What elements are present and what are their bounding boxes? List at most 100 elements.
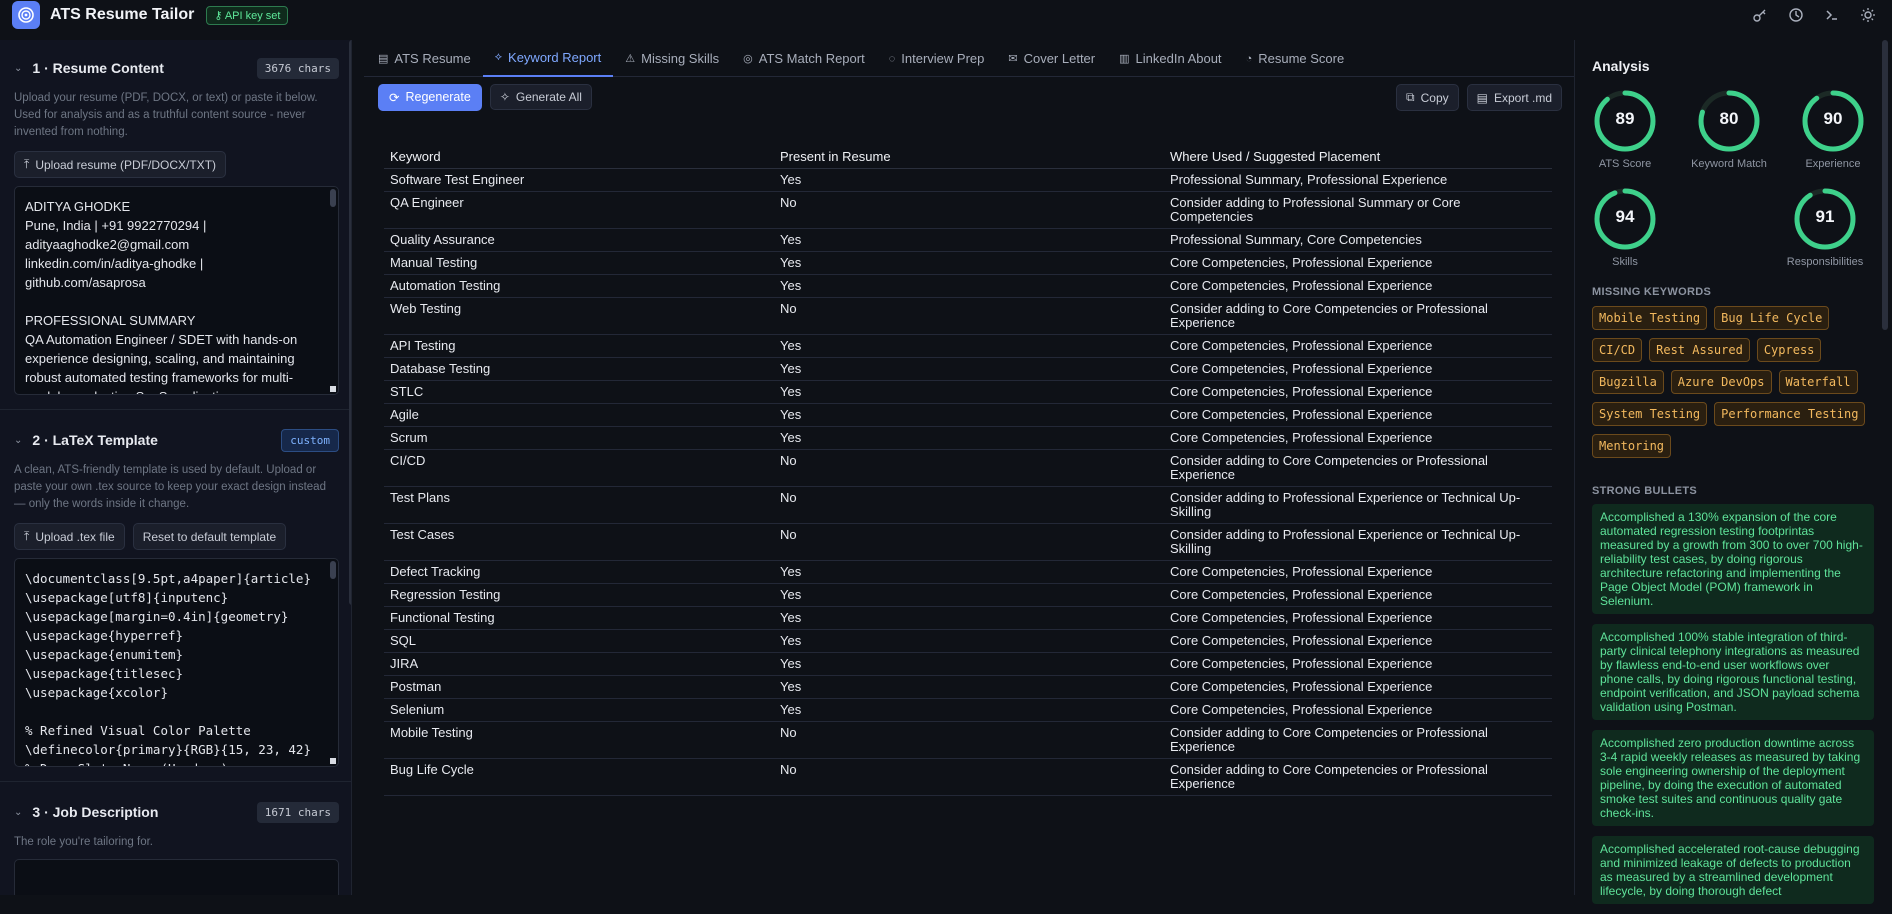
strong-bullet: Accomplished a 130% expansion of the cor…	[1592, 504, 1874, 614]
analysis-scrollbar[interactable]	[1882, 40, 1888, 330]
history-icon[interactable]	[1786, 5, 1806, 25]
keyword-cell: CI/CD	[384, 449, 774, 487]
regenerate-button[interactable]: ⟳ Regenerate	[378, 83, 482, 111]
table-row: Bug Life Cycle No Consider adding to Core …	[384, 758, 1552, 796]
tab-interview-prep[interactable]: ◌ Interview Prep	[877, 40, 997, 77]
gauge-value: 89	[1615, 109, 1635, 128]
missing-keyword-chip: Azure DevOps	[1670, 370, 1772, 394]
placement-cell: Consider adding to Core Competencies or …	[1164, 297, 1552, 335]
tag-icon: ⟡	[494, 51, 503, 63]
text-line: \usepackage{enumitem}	[25, 647, 184, 662]
reset-template-button[interactable]: Reset to default template	[132, 523, 287, 550]
latex-textarea-scrollbar[interactable]	[330, 561, 336, 579]
terminal-icon[interactable]	[1822, 5, 1842, 25]
job-description: The role you're tailoring for.	[14, 836, 153, 848]
template-mode-badge: custom	[281, 428, 339, 452]
missing-keyword-chip: Waterfall	[1778, 370, 1858, 394]
left-sidebar: ⌄ 1 · Resume Content 3676 chars Upload y…	[0, 40, 352, 895]
placement-cell: Core Competencies, Professional Experien…	[1164, 357, 1552, 381]
tab-missing-skills[interactable]: ⚠ Missing Skills	[613, 40, 731, 77]
presence-cell: No	[774, 758, 1164, 796]
presence-cell: Yes	[774, 334, 1164, 358]
key-icon[interactable]	[1750, 5, 1770, 25]
presence-cell: Yes	[774, 168, 1164, 192]
gauge-value: 91	[1815, 207, 1835, 226]
keyword-table-body: Software Test Engineer Yes Professional Su…	[384, 168, 1552, 796]
table-row: Software Test Engineer Yes Professional Su…	[384, 168, 1552, 192]
text-line: \usepackage{titlesec}	[25, 666, 184, 681]
text-line: % Deep Slate Navy (Headers)	[25, 759, 328, 766]
presence-cell: Yes	[774, 251, 1164, 275]
resume-description: Upload your resume (PDF, DOCX, or text) …	[14, 92, 318, 138]
text-line: module production SaaS applications	[25, 387, 328, 394]
resume-textarea[interactable]: ADITYA GHODKE Pune, India | +91 992277029…	[14, 186, 339, 395]
placement-cell: Core Competencies, Professional Experien…	[1164, 629, 1552, 653]
resume-section: ⌄ 1 · Resume Content 3676 chars Upload y…	[0, 40, 351, 395]
text-line: PROFESSIONAL SUMMARY	[25, 313, 196, 328]
job-textarea[interactable]	[14, 859, 339, 895]
missing-keyword-chip: CI/CD	[1592, 338, 1643, 362]
table-row: Manual Testing Yes Core Competencies, Prof…	[384, 251, 1552, 275]
tab-label: Interview Prep	[901, 51, 985, 66]
upload-tex-label: Upload .tex file	[35, 529, 115, 544]
chat-icon: ◌	[888, 52, 896, 65]
job-section-header[interactable]: ⌄ 3 · Job Description 1671 chars	[14, 794, 339, 830]
text-line: % Refined Visual Color Palette	[25, 723, 251, 738]
upload-icon: ⤒	[24, 529, 30, 543]
keyword-cell: Quality Assurance	[384, 228, 774, 252]
presence-cell: Yes	[774, 698, 1164, 722]
keyword-cell: Automation Testing	[384, 274, 774, 298]
analysis-title: Analysis	[1592, 58, 1650, 74]
latex-textarea[interactable]: \documentclass[9.5pt,a4paper]{article} \u…	[14, 558, 339, 767]
table-row: CI/CD No Consider adding to Core Competenc…	[384, 449, 1552, 487]
resume-section-header[interactable]: ⌄ 1 · Resume Content 3676 chars	[14, 50, 339, 86]
gauge-label: ATS Score	[1598, 158, 1652, 170]
missing-keyword-chip: Performance Testing	[1714, 402, 1866, 426]
tab-resume-score[interactable]: ◔ Resume Score	[1234, 40, 1357, 77]
text-line: \definecolor{primary}{RGB}{15, 23, 42}	[25, 742, 311, 757]
upload-tex-button[interactable]: ⤒ Upload .tex file	[14, 523, 125, 550]
presence-cell: No	[774, 191, 1164, 229]
text-line	[25, 292, 328, 311]
column-header: Where Used / Suggested Placement	[1164, 143, 1552, 169]
resume-textarea-scrollbar[interactable]	[330, 189, 336, 207]
placement-cell: Core Competencies, Professional Experien…	[1164, 334, 1552, 358]
tab-keyword-report[interactable]: ⟡ Keyword Report	[482, 40, 614, 77]
missing-keywords-list: Mobile Testing Bug Life Cycle CI/CD Rest As…	[1592, 306, 1882, 458]
resize-grip-icon[interactable]	[330, 386, 336, 392]
strong-bullet: Accomplished 100% stable integration of …	[1592, 624, 1874, 720]
generate-all-label: Generate All	[515, 90, 582, 104]
target-icon: ◎	[743, 53, 753, 65]
missing-keyword-chip: Cypress	[1756, 338, 1822, 362]
placement-cell: Professional Summary, Professional Exper…	[1164, 168, 1552, 192]
tab-ats-match-report[interactable]: ◎ ATS Match Report	[731, 40, 877, 77]
generate-all-button[interactable]: ✧ Generate All	[489, 84, 592, 110]
tab-cover-letter[interactable]: ✉ Cover Letter	[996, 40, 1107, 77]
gauge-label: Keyword Match	[1691, 158, 1767, 170]
keyword-cell: Database Testing	[384, 357, 774, 381]
keyword-cell: Agile	[384, 403, 774, 427]
job-section: ⌄ 3 · Job Description 1671 chars The rol…	[0, 794, 351, 895]
gauge-label: Responsibilities	[1786, 256, 1864, 268]
latex-section-header[interactable]: ⌄ 2 · LaTeX Template custom	[14, 422, 339, 458]
top-actions	[1750, 5, 1878, 25]
mail-icon: ✉	[1008, 53, 1018, 65]
tab-ats-resume[interactable]: ▤ ATS Resume	[366, 40, 483, 77]
placement-cell: Core Competencies, Professional Experien…	[1164, 251, 1552, 275]
text-line: \documentclass[9.5pt,a4paper]{article}	[25, 571, 311, 586]
presence-cell: No	[774, 486, 1164, 524]
keyword-cell: Software Test Engineer	[384, 168, 774, 192]
chevron-down-icon: ⌄	[14, 62, 23, 74]
tab-linkedin-about[interactable]: ▥ LinkedIn About	[1107, 40, 1233, 77]
presence-cell: Yes	[774, 629, 1164, 653]
text-line: \usepackage[utf8]{inputenc}	[25, 590, 229, 605]
copy-button[interactable]: ⧉ Copy	[1396, 84, 1459, 111]
theme-sun-icon[interactable]	[1858, 5, 1878, 25]
export-md-button[interactable]: ▤ Export .md	[1466, 84, 1562, 111]
regenerate-label: Regenerate	[405, 90, 471, 104]
upload-resume-button[interactable]: ⤒ Upload resume (PDF/DOCX/TXT)	[14, 151, 227, 178]
table-row: STLC Yes Core Competencies, Professional E…	[384, 380, 1552, 404]
resize-grip-icon[interactable]	[330, 758, 336, 764]
latex-section-title: 2 · LaTeX Template	[32, 432, 158, 448]
text-line: experience designing, scaling, and maint…	[25, 351, 295, 366]
